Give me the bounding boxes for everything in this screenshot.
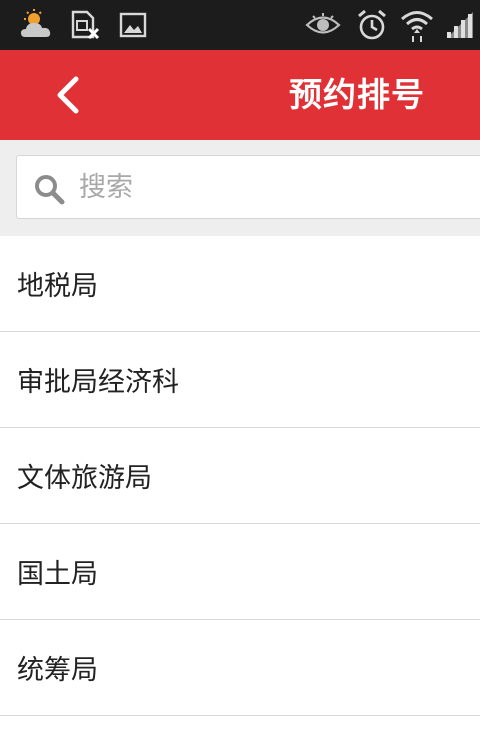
sim-error-icon (68, 0, 102, 50)
image-icon (118, 0, 148, 50)
organization-list: 地税局 审批局经济科 文体旅游局 国土局 统筹局 (0, 236, 480, 716)
list-item[interactable]: 审批局经济科 (0, 332, 480, 428)
list-item[interactable]: 统筹局 (0, 620, 480, 716)
list-item[interactable]: 地税局 (0, 236, 480, 332)
weather-partly-cloudy-icon (18, 0, 56, 50)
app-bar: 预约排号 (0, 50, 480, 140)
back-button[interactable] (40, 68, 94, 122)
wifi-icon (398, 0, 436, 50)
page-title: 预约排号 (289, 75, 425, 114)
status-bar (0, 0, 480, 50)
signal-icon (442, 0, 476, 50)
list-item[interactable]: 文体旅游局 (0, 428, 480, 524)
search-input[interactable] (79, 156, 459, 218)
search-area (0, 140, 480, 236)
eye-icon (304, 0, 342, 50)
chevron-left-icon (57, 76, 79, 114)
list-item[interactable]: 国土局 (0, 524, 480, 620)
search-box[interactable] (16, 155, 480, 219)
search-icon (35, 175, 65, 205)
alarm-icon (354, 0, 390, 50)
